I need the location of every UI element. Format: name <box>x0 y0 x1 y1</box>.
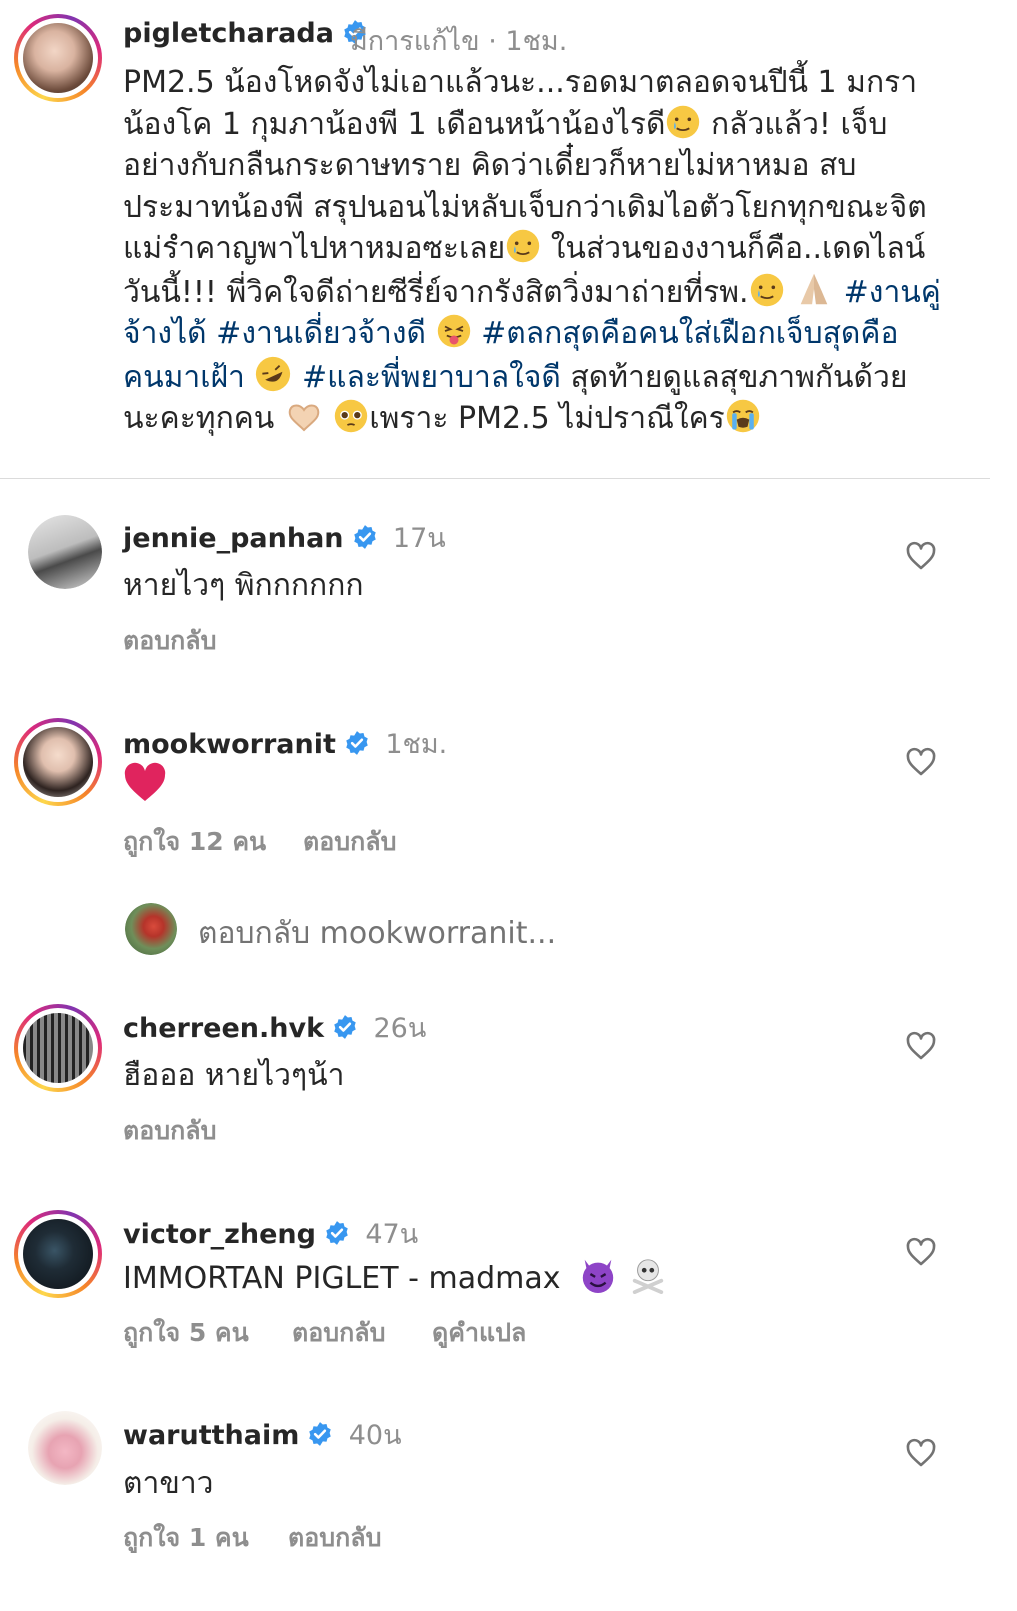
reply-button[interactable]: ตอบกลับ <box>303 822 396 862</box>
comment-avatar[interactable] <box>14 1210 102 1298</box>
cry-smile-emoji <box>750 273 783 306</box>
tongue-wink-emoji <box>437 314 470 348</box>
likes-count[interactable]: ถูกใจ 5 คน <box>123 1313 249 1353</box>
comment-time: 26น <box>373 1013 427 1044</box>
post-meta: มีการแก้ไข · 1ชม. <box>350 19 567 62</box>
reply-button[interactable]: ตอบกลับ <box>292 1313 385 1353</box>
reply-input[interactable]: ตอบกลับ mookworranit... <box>198 910 556 957</box>
comment-username[interactable]: victor_zheng 47น <box>123 1212 418 1255</box>
reply-button[interactable]: ตอบกลับ <box>288 1518 381 1558</box>
likes-count[interactable]: ถูกใจ 12 คน <box>123 822 266 862</box>
see-translation-button[interactable]: ดูคำแปล <box>432 1313 526 1353</box>
verified-badge-icon <box>324 1220 350 1246</box>
comment-avatar[interactable] <box>14 718 102 806</box>
post-caption: PM2.5 น้องโหดจังไม่เอาแล้วนะ...รอดมาตลอด… <box>123 65 941 436</box>
comment-username[interactable]: cherreen.hvk 26น <box>123 1006 426 1049</box>
caption-divider <box>0 478 990 479</box>
hashtag-link[interactable]: #และพี่พยาบาลใจดี <box>302 360 561 395</box>
verified-badge-icon <box>332 1014 358 1040</box>
comment-text: หายไวๆ พิกกกกกก <box>123 568 364 603</box>
comment-avatar[interactable] <box>14 1004 102 1092</box>
rofl-emoji <box>256 356 291 391</box>
comment-time: 17น <box>392 523 446 554</box>
red-heart-emoji <box>124 762 166 801</box>
comment-time: 1ชม. <box>385 729 448 760</box>
devil-emoji <box>582 1259 614 1294</box>
post-author-avatar[interactable] <box>14 14 102 102</box>
likes-count[interactable]: ถูกใจ 1 คน <box>123 1518 249 1558</box>
heart-outline-icon[interactable] <box>905 1237 937 1267</box>
comment-avatar[interactable] <box>28 1411 102 1485</box>
comment-username[interactable]: mookworranit 1ชม. <box>123 722 447 765</box>
reply-button[interactable]: ตอบกลับ <box>123 621 216 661</box>
heart-outline-icon[interactable] <box>905 1438 937 1468</box>
meta-separator: · <box>488 26 497 57</box>
cry-smile-emoji <box>667 105 700 138</box>
comment-time: 47น <box>365 1219 419 1250</box>
pleading-emoji <box>335 399 368 433</box>
heart-outline-icon[interactable] <box>905 541 937 571</box>
comment-text: ฮือออ หายไวๆน้า <box>123 1058 345 1093</box>
pray-emoji <box>800 273 828 304</box>
comment-text: IMMORTAN PIGLET - madmax <box>123 1256 668 1296</box>
comment-text: ตาขาว <box>123 1466 214 1501</box>
verified-badge-icon <box>344 730 370 756</box>
edited-label: มีการแก้ไข <box>350 26 480 57</box>
comment-username[interactable]: jennie_panhan 17น <box>123 516 446 559</box>
cry-smile-emoji <box>506 229 540 263</box>
comment-username[interactable]: warutthaim 40น <box>123 1413 402 1456</box>
reply-button[interactable]: ตอบกลับ <box>123 1111 216 1151</box>
verified-badge-icon <box>307 1421 333 1447</box>
heart-outline-icon[interactable] <box>905 747 937 777</box>
heart-hands-emoji <box>288 404 320 432</box>
loud-cry-emoji <box>726 399 759 433</box>
comment-time: 40น <box>348 1420 402 1451</box>
comment-avatar[interactable] <box>28 515 102 589</box>
post-author-username[interactable]: pigletcharada <box>123 18 368 49</box>
current-user-avatar <box>125 903 177 955</box>
verified-badge-icon <box>352 524 378 550</box>
heart-outline-icon[interactable] <box>905 1031 937 1061</box>
reply-input-placeholder: ตอบกลับ mookworranit... <box>198 916 557 951</box>
post-time: 1ชม. <box>505 26 568 57</box>
skull-crossbones-emoji <box>632 1259 663 1294</box>
